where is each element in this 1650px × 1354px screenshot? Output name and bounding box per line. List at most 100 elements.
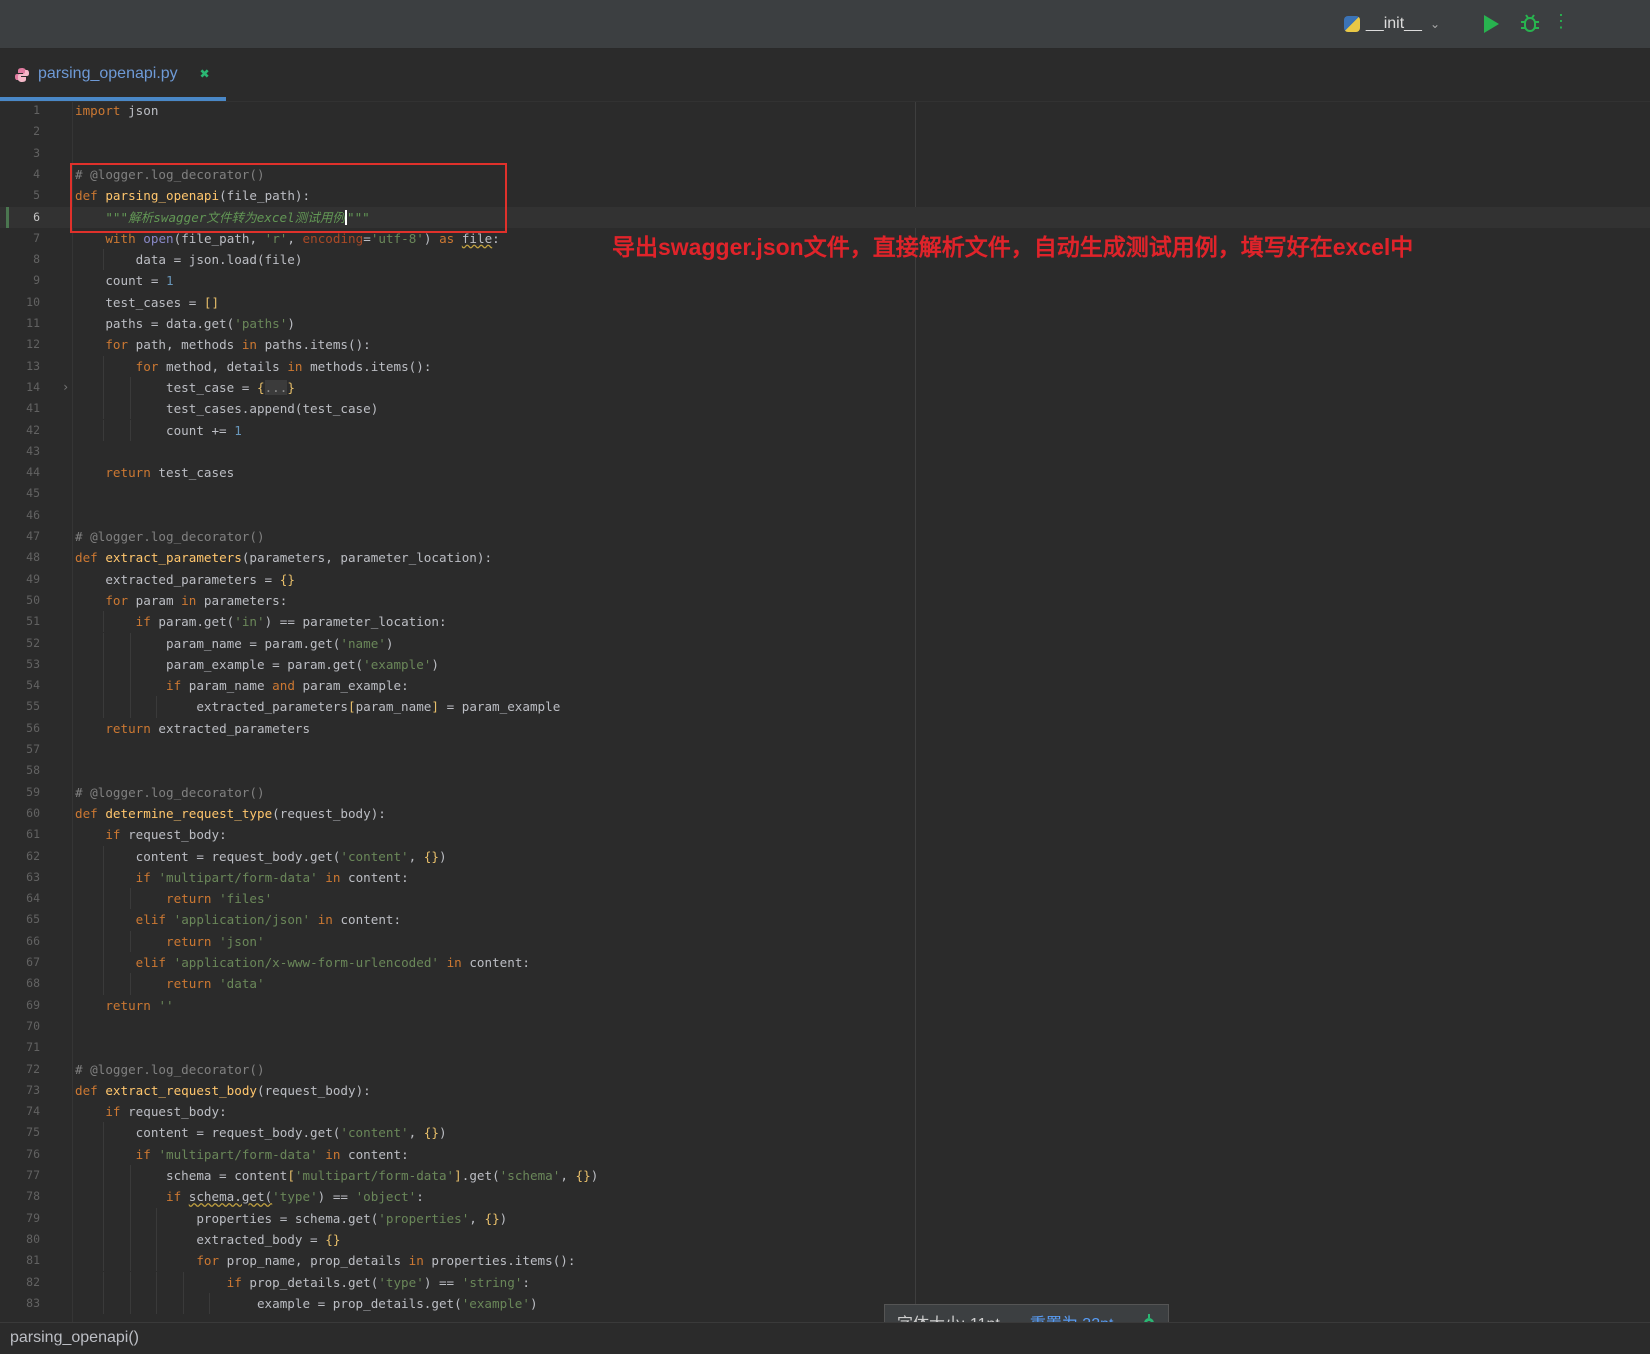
line-number: 3 — [33, 145, 40, 160]
code-line[interactable]: 54 if param_name and param_example: — [0, 675, 1650, 697]
code-text: test_cases = [] — [75, 294, 220, 310]
code-text: elif 'application/x-www-form-urlencoded'… — [135, 955, 530, 970]
line-number: 10 — [26, 294, 40, 309]
close-icon[interactable]: ✖ — [200, 64, 210, 83]
code-line[interactable]: 68 return 'data' — [0, 973, 1650, 995]
line-number: 60 — [26, 805, 40, 820]
line-number: 47 — [26, 529, 40, 543]
code-text: return test_cases — [105, 465, 235, 481]
code-line[interactable]: 80 extracted_body = {} — [0, 1228, 1650, 1251]
editor-tab-bar: parsing_openapi.py ✖ — [0, 49, 1650, 102]
code-line[interactable]: 67 elif 'application/x-www-form-urlencod… — [0, 952, 1650, 974]
code-text: extracted_body = {} — [75, 1231, 341, 1247]
code-line[interactable]: 51 if param.get('in') == parameter_locat… — [0, 611, 1650, 633]
code-text: return 'data' — [166, 976, 265, 992]
line-number: 4 — [33, 166, 40, 181]
code-line[interactable]: 11 paths = data.get('paths') — [0, 313, 1650, 334]
code-line[interactable]: 71 — [0, 1037, 1650, 1058]
bug-icon — [1521, 14, 1539, 32]
code-line[interactable]: 1 import json — [0, 102, 1650, 121]
debug-button[interactable] — [1520, 13, 1540, 39]
code-line[interactable]: 12 for path, methods in paths.items(): — [0, 334, 1650, 355]
line-number: 41 — [26, 401, 40, 416]
code-line[interactable]: 47 # @logger.log_decorator() — [0, 526, 1650, 547]
code-text: test_case = {...} — [75, 379, 295, 395]
code-line[interactable]: 55 extracted_parameters[param_name] = pa… — [0, 696, 1650, 718]
line-number: 70 — [26, 1018, 40, 1033]
tab-parsing-openapi[interactable]: parsing_openapi.py ✖ — [0, 49, 226, 101]
code-line[interactable]: 66 return 'json' — [0, 930, 1650, 952]
code-line[interactable]: 43 — [0, 441, 1650, 462]
code-line[interactable]: 64 return 'files' — [0, 888, 1650, 910]
code-line[interactable]: 44 return test_cases — [0, 462, 1650, 483]
code-line[interactable]: 72 # @logger.log_decorator() — [0, 1059, 1650, 1080]
code-text: count = 1 — [75, 273, 174, 289]
code-line[interactable]: 13 for method, details in methods.items(… — [0, 355, 1650, 377]
line-number: 1 — [33, 103, 40, 117]
code-text: if prop_details.get('type') == 'string': — [226, 1274, 530, 1290]
code-line[interactable]: 9 count = 1 — [0, 270, 1650, 291]
code-line[interactable]: 48 def extract_parameters(parameters, par… — [0, 547, 1650, 568]
code-line[interactable]: 2 — [0, 121, 1650, 142]
code-line[interactable]: 10 test_cases = [] — [0, 292, 1650, 313]
line-number: 55 — [26, 699, 40, 714]
line-number: 9 — [33, 273, 40, 288]
code-line[interactable]: 65 elif 'application/json' in content: — [0, 909, 1650, 931]
code-line[interactable]: 56 return extracted_parameters — [0, 718, 1650, 739]
line-number: 83 — [26, 1295, 40, 1310]
code-line[interactable]: 69 return '' — [0, 995, 1650, 1016]
fold-chevron-icon[interactable]: › — [62, 377, 69, 398]
code-line[interactable]: 61 if request_body: — [0, 824, 1650, 845]
code-text: # @logger.log_decorator() — [75, 784, 265, 800]
line-number: 80 — [26, 1231, 40, 1246]
code-line[interactable]: 75 content = request_body.get('content',… — [0, 1122, 1650, 1144]
code-text: # @logger.log_decorator() — [75, 529, 265, 544]
code-line[interactable]: 14 › test_case = {...} — [0, 376, 1650, 399]
code-text: def extract_parameters(parameters, param… — [75, 550, 493, 566]
code-line[interactable]: 79 properties = schema.get('properties',… — [0, 1207, 1650, 1229]
code-line[interactable]: 60 def determine_request_type(request_bod… — [0, 803, 1650, 824]
code-line[interactable]: 53 param_example = param.get('example') — [0, 653, 1650, 676]
code-line[interactable]: 57 — [0, 739, 1650, 760]
code-text: for prop_name, prop_details in propertie… — [196, 1253, 576, 1269]
code-line[interactable]: 62 content = request_body.get('content',… — [0, 845, 1650, 867]
code-line[interactable]: 42 count += 1 — [0, 419, 1650, 441]
code-text: if param.get('in') == parameter_location… — [135, 614, 447, 630]
code-line[interactable]: 77 schema = content['multipart/form-data… — [0, 1165, 1650, 1187]
line-number: 75 — [26, 1125, 40, 1140]
code-editor[interactable]: 1 import json 2 3 4 # @logger.log_decorator()… — [0, 102, 1650, 1322]
code-line[interactable]: 63 if 'multipart/form-data' in content: — [0, 866, 1650, 889]
code-line[interactable]: 59 # @logger.log_decorator() — [0, 782, 1650, 803]
line-number: 49 — [26, 571, 40, 586]
code-line[interactable]: 52 param_name = param.get('name') — [0, 632, 1650, 654]
code-line[interactable]: 3 — [0, 143, 1650, 164]
code-line[interactable]: 82 if prop_details.get('type') == 'strin… — [0, 1271, 1650, 1293]
breadcrumb[interactable]: parsing_openapi() — [10, 1329, 139, 1347]
line-number: 62 — [26, 848, 40, 863]
code-line[interactable]: 46 — [0, 505, 1650, 526]
line-number: 65 — [26, 912, 40, 927]
line-number: 12 — [26, 337, 40, 352]
code-text: if param_name and param_example: — [166, 678, 409, 694]
code-line[interactable]: 70 — [0, 1016, 1650, 1037]
code-line[interactable]: 73 def extract_request_body(request_body)… — [0, 1080, 1650, 1101]
code-text: param_example = param.get('example') — [75, 656, 439, 672]
code-text: if request_body: — [105, 1104, 227, 1120]
code-line[interactable]: 58 — [0, 760, 1650, 781]
code-text: return extracted_parameters — [105, 720, 311, 736]
more-actions-icon[interactable]: ⋮ — [1552, 12, 1570, 32]
code-line[interactable]: 74 if request_body: — [0, 1101, 1650, 1122]
code-line[interactable]: 50 for param in parameters: — [0, 590, 1650, 611]
run-button[interactable] — [1482, 14, 1500, 38]
code-line[interactable]: 76 if 'multipart/form-data' in content: — [0, 1143, 1650, 1165]
code-line[interactable]: 81 for prop_name, prop_details in proper… — [0, 1250, 1650, 1272]
line-number: 63 — [26, 869, 40, 884]
line-number: 69 — [26, 997, 40, 1012]
code-line[interactable]: 49 extracted_parameters = {} — [0, 569, 1650, 590]
code-line[interactable]: 78 if schema.get('type') == 'object': — [0, 1186, 1650, 1208]
run-configuration-selector[interactable]: __init__ ⌄ — [1343, 13, 1440, 35]
code-line[interactable]: 83 example = prop_details.get('example') — [0, 1292, 1650, 1315]
code-line[interactable]: 45 — [0, 483, 1650, 504]
line-number: 81 — [26, 1253, 40, 1268]
code-line[interactable]: 41 test_cases.append(test_case) — [0, 398, 1650, 420]
